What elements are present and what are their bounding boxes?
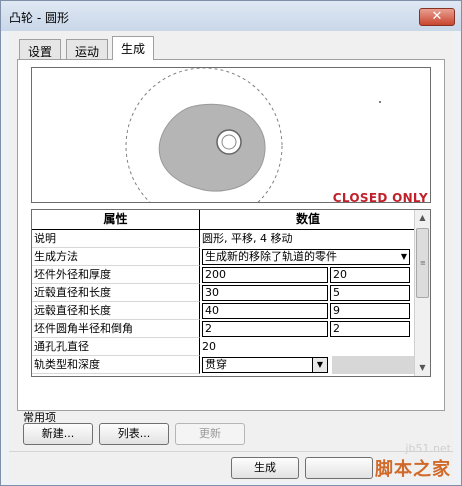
property-grid: 属性 数值 说明 圆形, 平移, 4 移动 生成方法 生成新的移除了轨道的零件 … — [31, 209, 431, 377]
table-row: 通孔孔直径 20 — [32, 338, 416, 356]
bore-hole — [216, 129, 242, 155]
cam-preview-drawing — [125, 68, 381, 202]
new-button[interactable]: 新建... — [23, 423, 93, 445]
dropdown-value: 贯穿 — [205, 358, 227, 371]
grip-icon: ≡ — [420, 259, 426, 267]
row-name: 坯件圆角半径和倒角 — [32, 320, 200, 338]
value-input-2[interactable]: 9 — [330, 303, 410, 319]
scroll-down-icon[interactable]: ▼ — [415, 360, 430, 376]
row-name: 远毂直径和长度 — [32, 302, 200, 320]
cam-profile — [158, 103, 266, 192]
header-value: 数值 — [295, 212, 320, 226]
row-name: 通孔孔直径 — [32, 338, 200, 356]
watermark-name: 脚本之家 — [375, 459, 451, 480]
row-value: 圆形, 平移, 4 移动 — [202, 232, 293, 245]
table-row: 坯件外径和厚度 200 20 — [32, 266, 416, 284]
tab-motion[interactable]: 运动 — [66, 39, 109, 59]
scroll-thumb[interactable]: ≡ — [416, 228, 429, 298]
table-row: 近毂直径和长度 30 5 — [32, 284, 416, 302]
header-property: 属性 — [32, 210, 200, 229]
value-input-1[interactable]: 2 — [202, 321, 328, 337]
dropdown-value: 生成新的移除了轨道的零件 — [205, 250, 337, 263]
list-button[interactable]: 列表... — [99, 423, 169, 445]
row-name: 近毂直径和长度 — [32, 284, 200, 302]
table-row: 坯件圆角半径和倒角 2 2 — [32, 320, 416, 338]
row-name: 坯件外径和厚度 — [32, 266, 200, 284]
cam-dialog-window: 凸轮 - 圆形 ✕ 设置 运动 生成 CLOSED ONLY 属性 数值 说明 … — [0, 0, 462, 486]
cancel-button[interactable] — [305, 457, 373, 479]
dialog-client: 设置 运动 生成 CLOSED ONLY 属性 数值 说明 圆形, 平移, 4 … — [9, 31, 453, 481]
row-name: 生成方法 — [32, 248, 200, 266]
preview-dot — [379, 101, 381, 103]
value-input-1[interactable]: 30 — [202, 285, 328, 301]
value-input-2[interactable]: 2 — [330, 321, 410, 337]
value-input-1[interactable]: 200 — [202, 267, 328, 283]
watermark-site: jb51.net — [405, 442, 451, 455]
close-icon: ✕ — [431, 9, 443, 24]
value-input-2[interactable]: 5 — [330, 285, 410, 301]
row-name: 轨类型和深度 — [32, 356, 200, 374]
disabled-cell — [332, 356, 416, 374]
table-row: 远毂直径和长度 40 9 — [32, 302, 416, 320]
chevron-down-icon[interactable]: ▼ — [312, 357, 328, 373]
tab-settings[interactable]: 设置 — [19, 39, 62, 59]
generation-method-dropdown[interactable]: 生成新的移除了轨道的零件 ▼ — [202, 249, 410, 265]
tab-generate-label: 生成 — [121, 42, 146, 56]
close-button[interactable]: ✕ — [419, 8, 455, 26]
table-row: 生成方法 生成新的移除了轨道的零件 ▼ — [32, 248, 416, 266]
chevron-down-icon: ▼ — [400, 252, 407, 261]
table-row: 轨类型和深度 贯穿 ▼ — [32, 356, 416, 374]
title-bar[interactable]: 凸轮 - 圆形 ✕ — [1, 1, 461, 31]
window-title: 凸轮 - 圆形 — [9, 11, 69, 25]
closed-only-label: CLOSED ONLY — [332, 191, 428, 203]
table-row: 说明 圆形, 平移, 4 移动 — [32, 230, 416, 248]
rail-type-dropdown[interactable]: 贯穿 — [202, 357, 314, 373]
generate-button[interactable]: 生成 — [231, 457, 299, 479]
grid-scrollbar[interactable]: ▲ ≡ ▼ — [414, 210, 430, 376]
value-input-2[interactable]: 20 — [330, 267, 410, 283]
scroll-up-icon[interactable]: ▲ — [415, 210, 430, 226]
value-input-1[interactable]: 40 — [202, 303, 328, 319]
grid-header: 属性 数值 — [32, 210, 416, 230]
tab-settings-label: 设置 — [28, 45, 53, 59]
cam-preview: CLOSED ONLY — [31, 67, 431, 203]
watermark: jb51.net 脚本之家 — [375, 442, 451, 481]
row-name: 说明 — [32, 230, 200, 248]
tab-motion-label: 运动 — [75, 45, 100, 59]
update-button[interactable]: 更新 — [175, 423, 245, 445]
tab-generate[interactable]: 生成 — [112, 36, 155, 60]
row-value[interactable]: 20 — [200, 338, 416, 356]
